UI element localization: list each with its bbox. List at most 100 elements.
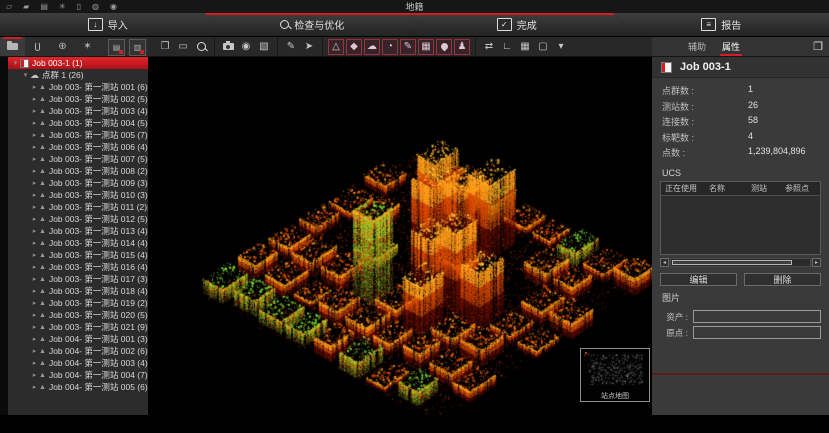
tab-attachments[interactable]	[25, 37, 50, 56]
tree-station-item[interactable]: ▸▲Job 004- 第一测站 003 (4)▦	[8, 357, 148, 369]
copy-view-icon[interactable]: ❐	[157, 39, 173, 55]
zoom-window-icon[interactable]	[193, 39, 209, 55]
tree-station-item[interactable]: ▸▲Job 003- 第一测站 001 (6)▦	[8, 81, 148, 93]
scrollbar-track[interactable]	[670, 258, 811, 267]
tree-station-item[interactable]: ▸▲Job 003- 第一测站 003 (4)▦	[8, 105, 148, 117]
pen-toggle-icon[interactable]: ✎	[400, 39, 416, 55]
asset-input[interactable]	[693, 310, 821, 323]
save-card-icon[interactable]: ▤	[40, 0, 48, 13]
tab-geo[interactable]: ⊕	[50, 37, 75, 56]
scroll-right-button[interactable]: ▸	[812, 258, 821, 267]
collapse-icon: ▸	[30, 95, 39, 103]
tree-station-item[interactable]: ▸▲Job 003- 第一测站 021 (9)▦	[8, 321, 148, 333]
filter-images-button[interactable]: ▤	[108, 39, 125, 56]
image-toggle-icon[interactable]: ▦	[418, 39, 434, 55]
axis-icon[interactable]: ∟	[499, 39, 515, 55]
station-label: Job 004- 第一测站 003 (4)	[49, 357, 148, 369]
step-inspect-optimize[interactable]: 检查与优化	[205, 13, 421, 36]
tree-pointcloud-group[interactable]: ▾☁点群 1 (26)	[8, 69, 148, 81]
origin-input[interactable]	[693, 326, 821, 339]
person-toggle-icon-glyph: ♟	[458, 41, 467, 52]
station-icon: ▲	[39, 216, 46, 223]
tag-toggle-icon[interactable]: ◆	[346, 39, 362, 55]
pin-toggle-icon-glyph	[439, 42, 449, 52]
settings-gear-icon[interactable]: ✳	[59, 0, 66, 13]
snapshot-icon[interactable]: ▦	[517, 39, 533, 55]
tab-辅助[interactable]: 辅助	[688, 40, 706, 56]
point-cloud-canvas[interactable]	[148, 57, 652, 415]
ucs-table-body[interactable]	[661, 196, 820, 254]
minimap[interactable]: 站点地图	[580, 348, 650, 402]
tab-project-tree[interactable]	[0, 37, 25, 56]
tree-station-item[interactable]: ▸▲Job 003- 第一测站 007 (5)▦	[8, 153, 148, 165]
person-toggle-icon[interactable]: ♟	[454, 39, 470, 55]
viewport-toolbar: ❐▭◉▧✎➤△◆☁◔✎▦♟⇄∟▦▢▾	[148, 37, 652, 56]
tree-station-item[interactable]: ▸▲Job 003- 第一测站 009 (3)▦	[8, 177, 148, 189]
tree-station-item[interactable]: ▸▲Job 003- 第一测站 018 (4)▦	[8, 285, 148, 297]
tree-station-item[interactable]: ▸▲Job 003- 第一测站 016 (4)▦	[8, 261, 148, 273]
stat-value: 58	[748, 115, 829, 128]
filter-stations-button[interactable]: ▥	[129, 39, 146, 56]
3d-viewport[interactable]: 站点地图	[148, 57, 652, 415]
tree-station-item[interactable]: ▸▲Job 004- 第一测站 002 (6)▦	[8, 345, 148, 357]
axis-icon-glyph: ∟	[502, 41, 512, 52]
cube-view-icon[interactable]: ▧	[256, 39, 272, 55]
tree-station-item[interactable]: ▸▲Job 003- 第一测站 013 (4)▦	[8, 225, 148, 237]
dropdown-caret-icon[interactable]: ▾	[553, 39, 569, 55]
panel-layout-icon[interactable]: ❐	[813, 40, 823, 53]
help-icon[interactable]: ◍	[92, 0, 99, 13]
camera-icon[interactable]	[220, 39, 236, 55]
tree-root-job[interactable]: ▾Job 003-1 (1)	[8, 57, 148, 69]
sphere-toggle-icon[interactable]: ◔	[382, 39, 398, 55]
tree-station-item[interactable]: ▸▲Job 003- 第一测站 014 (4)▦	[8, 237, 148, 249]
step-complete[interactable]: ✓完成	[409, 13, 625, 36]
delete-icon[interactable]: ▯	[77, 0, 81, 13]
tree-station-item[interactable]: ▸▲Job 003- 第一测站 002 (5)▦	[8, 93, 148, 105]
display-mode-icon[interactable]: ▢	[535, 39, 551, 55]
tree-station-item[interactable]: ▸▲Job 004- 第一测站 004 (7)▦	[8, 369, 148, 381]
link-swap-icon[interactable]: ⇄	[481, 39, 497, 55]
edit-button[interactable]: 编辑	[660, 273, 737, 286]
tree-station-item[interactable]: ▸▲Job 003- 第一测站 012 (5)▦	[8, 213, 148, 225]
step-import[interactable]: ↓导入	[0, 13, 216, 36]
collapse-icon: ▸	[30, 287, 39, 295]
info-icon[interactable]: ◉	[110, 0, 117, 13]
tree-station-item[interactable]: ▸▲Job 003- 第一测站 011 (2)▦	[8, 201, 148, 213]
delete-button[interactable]: 删除	[744, 273, 821, 286]
window-select-icon-glyph: ▭	[178, 41, 187, 52]
stat-value: 26	[748, 100, 829, 113]
origin-field-row: 原点 :	[660, 326, 821, 339]
warning-toggle-icon[interactable]: △	[328, 39, 344, 55]
tab-属性[interactable]: 属性	[722, 40, 740, 56]
tree-station-item[interactable]: ▸▲Job 003- 第一测站 005 (7)▦	[8, 129, 148, 141]
scroll-left-button[interactable]: ◂	[660, 258, 669, 267]
cloud-toggle-icon[interactable]: ☁	[364, 39, 380, 55]
tree-station-item[interactable]: ▸▲Job 003- 第一测站 010 (3)▦	[8, 189, 148, 201]
main-body: ▾Job 003-1 (1)▾☁点群 1 (26)▸▲Job 003- 第一测站…	[0, 57, 829, 415]
station-label: Job 003- 第一测站 021 (9)	[49, 321, 148, 333]
tree-station-item[interactable]: ▸▲Job 003- 第一测站 019 (2)▦	[8, 297, 148, 309]
station-icon: ▲	[39, 360, 46, 367]
tree-station-item[interactable]: ▸▲Job 003- 第一测站 004 (5)▦	[8, 117, 148, 129]
tab-favorites[interactable]: ✶	[75, 37, 100, 56]
stat-label: 标靶数 :	[662, 131, 748, 144]
render-spheres-icon[interactable]: ◉	[238, 39, 254, 55]
station-icon: ▲	[39, 108, 46, 115]
window-select-icon[interactable]: ▭	[175, 39, 191, 55]
tree-station-item[interactable]: ▸▲Job 003- 第一测站 020 (5)▦	[8, 309, 148, 321]
tree-station-item[interactable]: ▸▲Job 003- 第一测站 015 (4)▦	[8, 249, 148, 261]
step-report[interactable]: ≡报告	[614, 13, 829, 36]
open-project-icon[interactable]: ▱	[6, 0, 12, 13]
tree-station-item[interactable]: ▸▲Job 004- 第一测站 001 (3)▦	[8, 333, 148, 345]
measure-pen-icon[interactable]: ✎	[283, 39, 299, 55]
pin-toggle-icon[interactable]	[436, 39, 452, 55]
folder-icon[interactable]: ▰	[23, 0, 29, 13]
minimap-canvas[interactable]	[581, 349, 649, 392]
collapse-icon: ▸	[30, 263, 39, 271]
tree-station-item[interactable]: ▸▲Job 003- 第一测站 006 (4)▦	[8, 141, 148, 153]
pick-cursor-icon[interactable]: ➤	[301, 39, 317, 55]
scrollbar-thumb[interactable]	[672, 260, 792, 265]
tree-station-item[interactable]: ▸▲Job 003- 第一测站 008 (2)▦	[8, 165, 148, 177]
tree-station-item[interactable]: ▸▲Job 003- 第一测站 017 (3)▦	[8, 273, 148, 285]
tree-station-item[interactable]: ▸▲Job 004- 第一测站 005 (6)▦	[8, 381, 148, 393]
